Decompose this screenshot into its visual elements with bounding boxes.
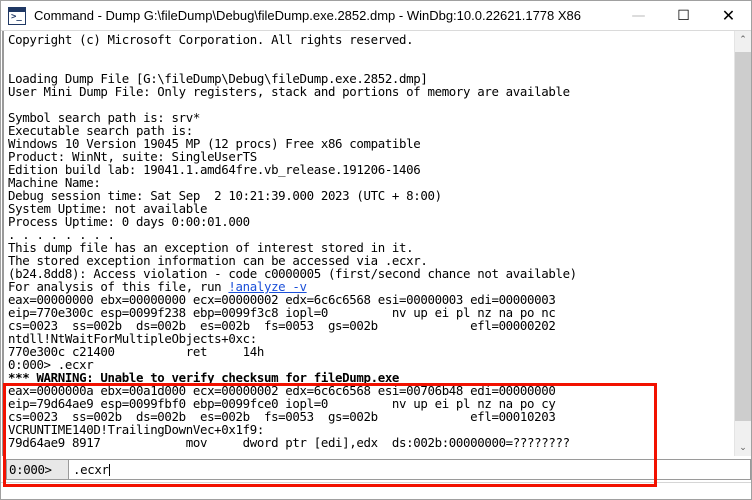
- console-prompt-icon: >_: [8, 6, 26, 25]
- command-input-value: .ecxr: [73, 462, 109, 477]
- title-bar: >_ Command - Dump G:\fileDump\Debug\file…: [1, 1, 751, 31]
- prompt-glyph: >_: [11, 11, 22, 22]
- console-line: 770e300c c21400 ret 14h: [8, 344, 264, 359]
- console-row: Copyright (c) Microsoft Corporation. All…: [1, 31, 751, 456]
- console-output-pane[interactable]: Copyright (c) Microsoft Corporation. All…: [6, 31, 734, 456]
- scrollbar-thumb[interactable]: [735, 52, 751, 421]
- scroll-up-arrow[interactable]: ⌃: [735, 31, 751, 48]
- scroll-down-arrow[interactable]: ⌄: [735, 439, 751, 456]
- maximize-button[interactable]: ☐: [661, 1, 706, 31]
- command-prompt-label: 0:000>: [6, 459, 68, 480]
- command-input[interactable]: .ecxr: [68, 459, 751, 480]
- close-button[interactable]: ✕: [706, 1, 751, 31]
- console-line: Edition build lab: 19041.1.amd64fre.vb_r…: [8, 162, 421, 177]
- windbg-window: >_ Command - Dump G:\fileDump\Debug\file…: [0, 0, 752, 500]
- window-body: Copyright (c) Microsoft Corporation. All…: [1, 31, 751, 499]
- console-line: Copyright (c) Microsoft Corporation. All…: [8, 32, 414, 47]
- console-line: Process Uptime: 0 days 0:00:01.000: [8, 214, 250, 229]
- window-title: Command - Dump G:\fileDump\Debug\fileDum…: [34, 8, 582, 23]
- minimize-button[interactable]: —: [616, 1, 661, 31]
- console-line: User Mini Dump File: Only registers, sta…: [8, 84, 570, 99]
- status-bar: [1, 482, 751, 499]
- text-caret: [108, 463, 110, 476]
- vertical-scrollbar[interactable]: ⌃ ⌄: [734, 31, 751, 456]
- scrollbar-track[interactable]: [735, 48, 751, 439]
- command-bar: 0:000> .ecxr: [1, 456, 751, 482]
- window-controls: — ☐ ✕: [616, 1, 751, 31]
- console-line: 79d64ae9 8917 mov dword ptr [edi],edx ds…: [8, 435, 570, 450]
